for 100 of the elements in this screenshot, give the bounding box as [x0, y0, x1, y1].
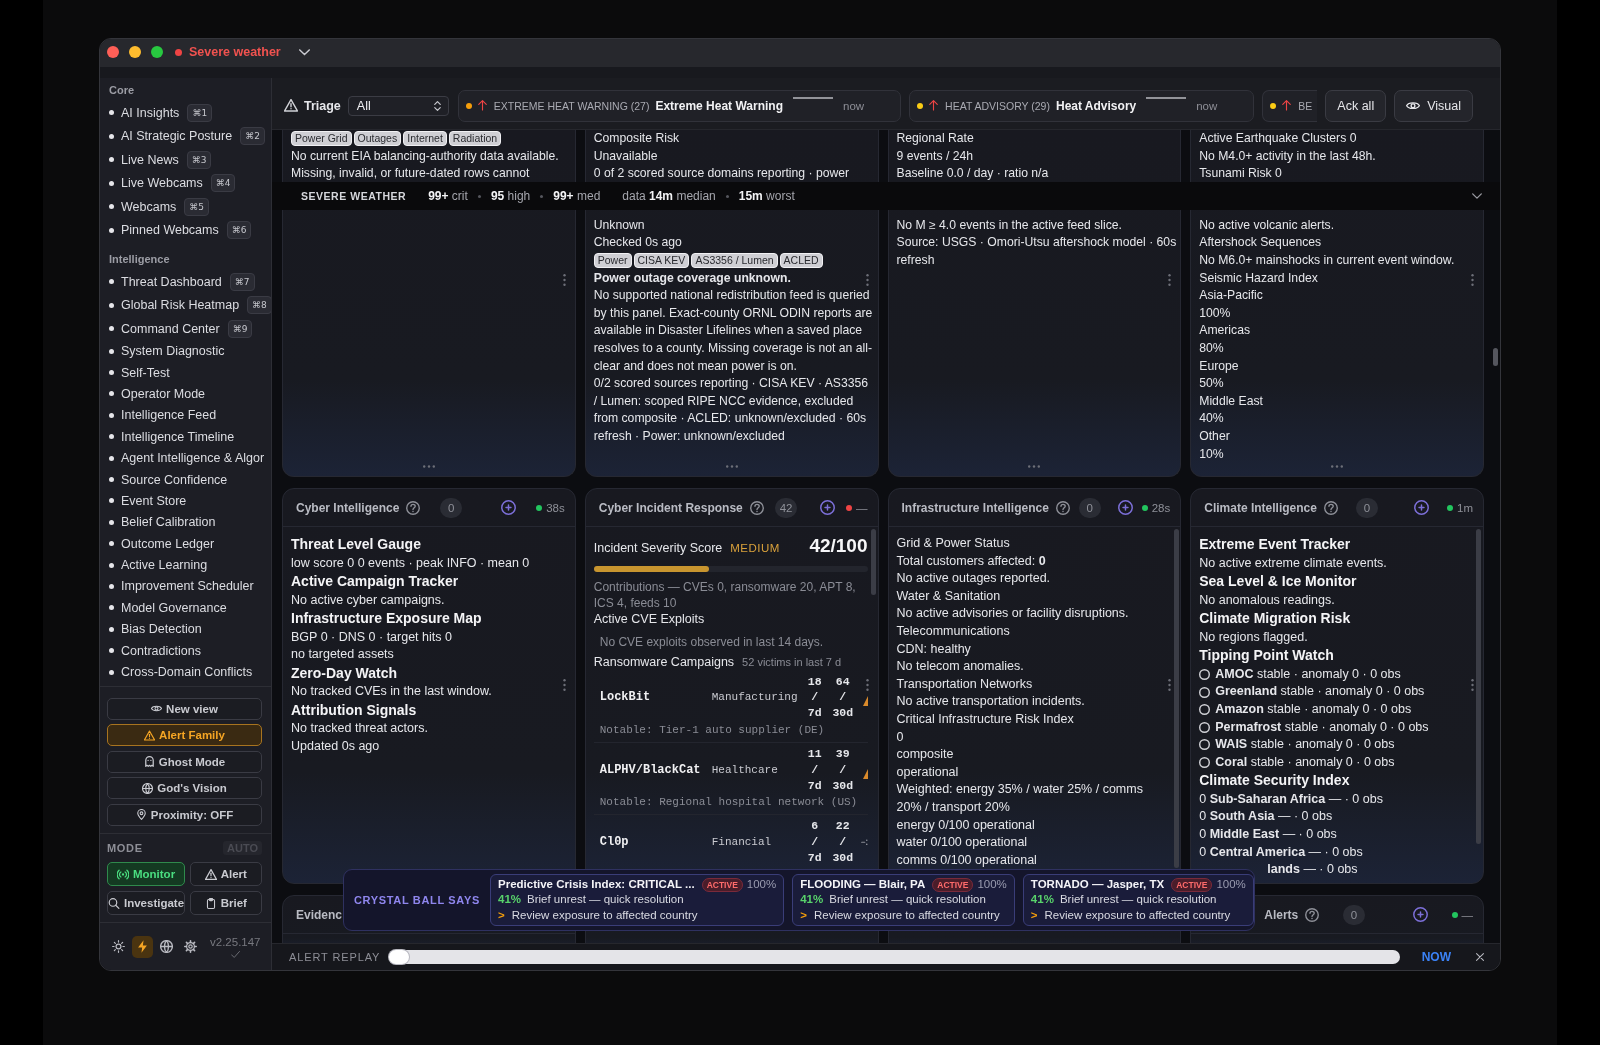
nav-item[interactable]: Operator Mode [109, 386, 206, 401]
sidebar-action-button[interactable]: God's Vision [107, 777, 262, 800]
alert-chip[interactable]: BE [1262, 89, 1318, 122]
mode-button[interactable]: Investigate [107, 890, 186, 916]
scrollbar-thumb[interactable] [1493, 348, 1498, 366]
nav-item[interactable]: Contradictions [109, 643, 201, 658]
sidebar-action-button[interactable]: Proximity: OFF [107, 803, 262, 826]
nav-item[interactable]: Command Center [109, 321, 220, 336]
nav-item[interactable]: Pinned Webcams [109, 223, 219, 238]
panel-text: No tracked CVEs in the last window. [291, 683, 492, 701]
help-icon[interactable] [749, 500, 764, 515]
more-options-icon[interactable] [865, 274, 869, 286]
alert-chip[interactable]: HEAT ADVISORY (29) Heat Advisory now [909, 89, 1255, 122]
source-tag: Radiation [448, 131, 502, 147]
more-options-icon[interactable] [562, 274, 566, 286]
plus-circle-icon[interactable] [501, 500, 517, 515]
panel-text: 0 [896, 728, 904, 746]
help-icon[interactable] [406, 500, 421, 515]
replay-slider[interactable] [389, 950, 1400, 964]
nav-item[interactable]: Model Governance [109, 600, 227, 615]
nav-item[interactable]: Webcams [109, 199, 177, 214]
nav-item[interactable]: Agent Intelligence & Algor [109, 451, 265, 466]
more-options-icon[interactable] [865, 679, 869, 691]
bullet-icon [109, 519, 114, 525]
triage-label: Triage [304, 98, 341, 113]
severity-level: MEDIUM [730, 542, 780, 554]
globe-icon [160, 940, 173, 953]
nav-item[interactable]: System Diagnostic [109, 344, 225, 359]
sidebar-action-button[interactable]: Ghost Mode [107, 750, 262, 773]
nav-item[interactable]: Threat Dashboard [109, 274, 222, 289]
panel-title: Alerts [1264, 907, 1299, 922]
scrollbar-thumb[interactable] [1476, 529, 1481, 844]
panel-text: Tsunami Risk 0 [1199, 165, 1282, 183]
nav-item[interactable]: Improvement Scheduler [109, 579, 254, 594]
nav-item[interactable]: Intelligence Timeline [109, 429, 235, 444]
nav-item[interactable]: Outcome Ledger [109, 536, 215, 551]
mode-button[interactable]: Alert [189, 861, 262, 887]
action-marker: > [498, 907, 505, 923]
chevron-down-icon[interactable] [1472, 193, 1482, 199]
ellipsis-icon[interactable] [422, 465, 435, 468]
panel-text: 40% [1199, 410, 1224, 428]
plus-circle-icon[interactable] [1414, 500, 1429, 515]
nav-item[interactable]: Self-Test [109, 365, 170, 380]
help-icon[interactable] [1055, 500, 1070, 515]
help-icon[interactable] [1305, 907, 1320, 922]
sidebar-action-button[interactable]: Alert Family [107, 724, 262, 747]
confidence-value: 100% [1216, 876, 1246, 892]
nav-item[interactable]: Cross-Domain Conflicts [109, 665, 253, 680]
panel-text: No telecom anomalies. [896, 658, 1024, 676]
panel-text: No current EIA balancing-authority data available. [291, 147, 559, 165]
forecast-card[interactable]: Predictive Crisis Index: CRITICAL ... ACTIVE 100% 41% Brief unrest — quick resolution > Review exposure to affected country [490, 874, 785, 926]
slider-thumb[interactable] [389, 950, 410, 964]
toolbar-button[interactable]: Visual [1394, 89, 1473, 122]
filter-dropdown[interactable]: All [347, 95, 449, 116]
ellipsis-icon[interactable] [1331, 465, 1344, 468]
minimize-button[interactable] [129, 46, 141, 58]
more-options-icon[interactable] [1471, 679, 1474, 691]
mode-button[interactable]: Brief [189, 890, 262, 916]
scrollbar-thumb[interactable] [1174, 529, 1180, 868]
forecast-card[interactable]: FLOODING — Blair, PA ACTIVE 100% 41% Brief unrest — quick resolution > Review exposure to affected country [792, 874, 1015, 926]
toolbar-button[interactable] [132, 935, 153, 958]
nav-item[interactable]: Belief Calibration [109, 515, 216, 530]
mode-button[interactable]: Monitor [107, 861, 186, 887]
nav-item[interactable]: Live News [109, 152, 179, 167]
campaign-sector: Healthcare [711, 763, 779, 776]
scrollbar-thumb[interactable] [870, 529, 876, 595]
shortcut-key: ⌘4 [210, 174, 236, 193]
nav-item[interactable]: Global Risk Heatmap [109, 298, 240, 313]
ellipsis-icon[interactable] [725, 465, 738, 468]
nav-item[interactable]: Bias Detection [109, 622, 202, 637]
plus-circle-icon[interactable] [1118, 500, 1133, 515]
nav-item[interactable]: AI Insights [109, 105, 180, 120]
nav-item[interactable]: Source Confidence [109, 472, 228, 487]
more-options-icon[interactable] [1168, 274, 1172, 286]
zoom-button[interactable] [151, 46, 163, 58]
chevron-down-icon[interactable] [298, 49, 310, 56]
bullet-icon [109, 669, 114, 675]
help-icon[interactable] [1323, 500, 1338, 515]
plus-circle-icon[interactable] [1412, 907, 1428, 922]
sidebar-action-button[interactable]: New view [107, 697, 262, 720]
forecast-card[interactable]: TORNADO — Jasper, TX ACTIVE 100% 41% Brief unrest — quick resolution > Review exposure to affected country [1022, 874, 1254, 926]
more-options-icon[interactable] [1168, 679, 1172, 691]
alert-chip[interactable]: EXTREME HEAT WARNING (27) Extreme Heat Warning now [457, 89, 902, 122]
nav-item[interactable]: Intelligence Feed [109, 408, 217, 423]
ellipsis-icon[interactable] [1028, 465, 1041, 468]
close-button[interactable] [107, 46, 119, 58]
close-icon[interactable] [1476, 953, 1484, 961]
nav-item[interactable]: Active Learning [109, 558, 208, 573]
nav-item[interactable]: AI Strategic Posture [109, 129, 233, 144]
campaign-name: ALPHV/BlackCat [599, 762, 702, 777]
now-button[interactable]: NOW [1421, 950, 1451, 964]
plus-circle-icon[interactable] [819, 500, 835, 515]
toolbar-button[interactable]: Ack all [1325, 89, 1387, 122]
panel-title: Cyber Incident Response [598, 500, 743, 515]
campaign-name: Cl0p [599, 835, 630, 850]
more-options-icon[interactable] [1471, 274, 1474, 286]
panel-text: 0 Sub-Saharan Africa — · 0 obs [1199, 790, 1383, 808]
nav-item[interactable]: Event Store [109, 493, 187, 508]
nav-item[interactable]: Live Webcams [109, 176, 203, 191]
more-options-icon[interactable] [562, 679, 566, 691]
